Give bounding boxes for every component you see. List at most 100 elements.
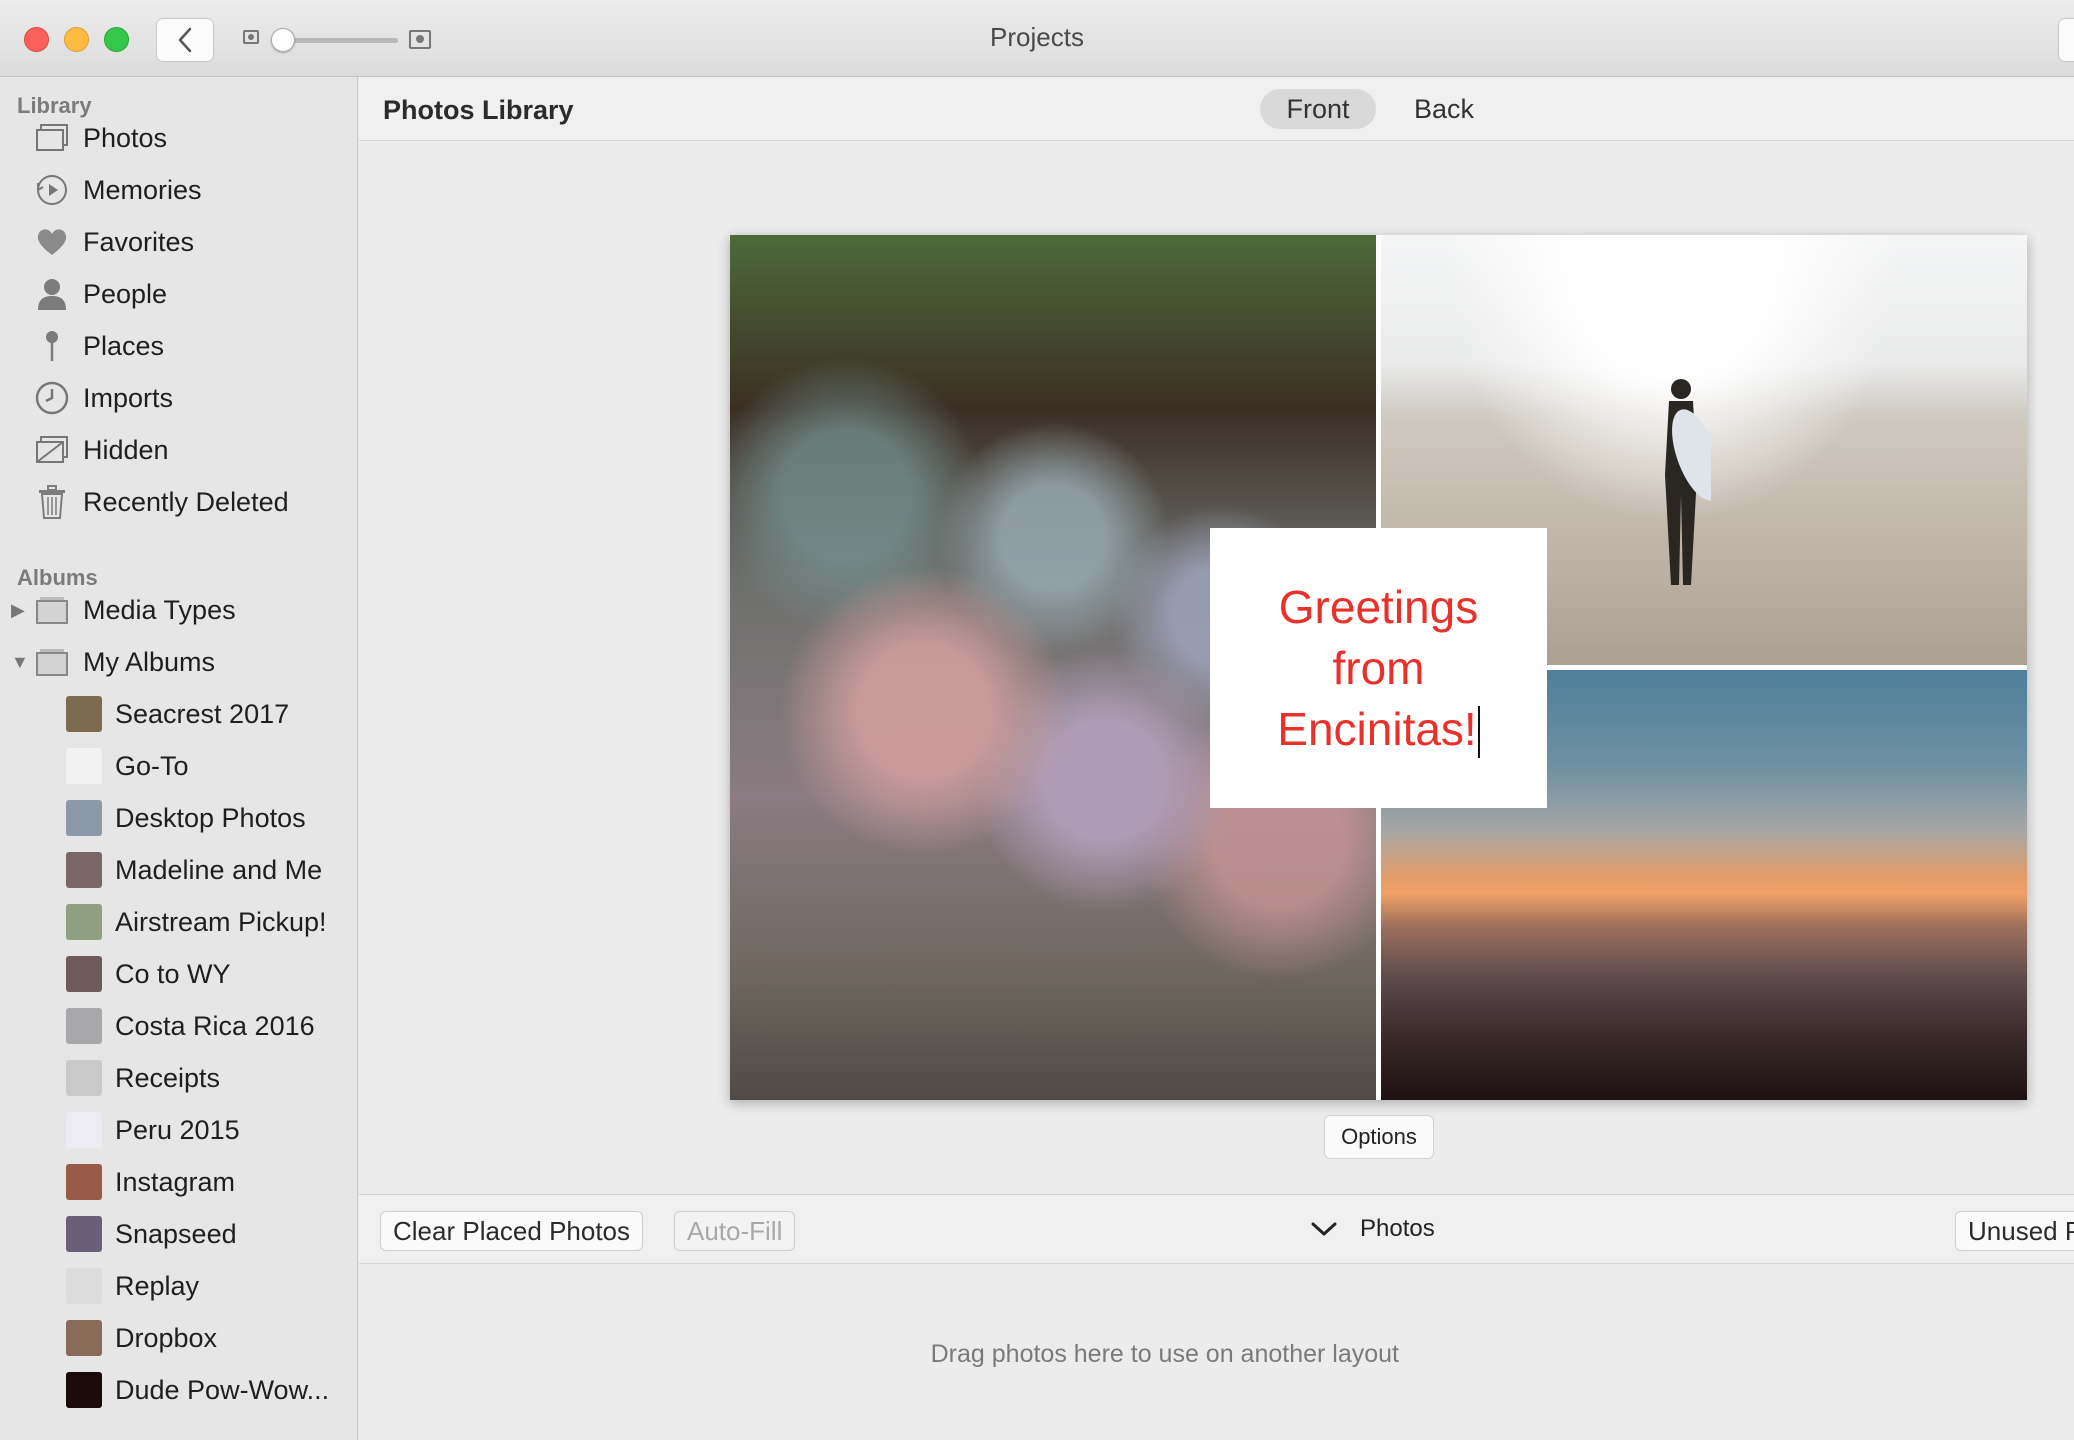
sidebar-item-label: Media Types xyxy=(83,594,236,625)
toolbar-button-partial[interactable] xyxy=(2058,18,2074,62)
album-thumbnail xyxy=(66,696,102,732)
sidebar-album-item[interactable]: Replay xyxy=(0,1261,357,1311)
sidebar-album-item[interactable]: Dude Pow-Wow... xyxy=(0,1365,357,1415)
bottom-toolbar: Clear Placed Photos Auto-Fill Photos Unu… xyxy=(359,1194,2074,1264)
sidebar-item-label: Imports xyxy=(83,382,174,413)
album-label: Co to WY xyxy=(115,958,231,989)
sidebar-album-item[interactable]: Seacrest 2017 xyxy=(0,689,357,739)
card-canvas: Greetings from Encinitas! xyxy=(359,142,2074,1194)
library-title: Photos Library xyxy=(383,95,574,125)
surfer-figure xyxy=(1665,379,1711,585)
album-thumbnail xyxy=(66,1372,102,1408)
sidebar-album-item[interactable]: Peru 2015 xyxy=(0,1105,357,1155)
sidebar-item-label: Favorites xyxy=(83,226,195,257)
hidden-icon xyxy=(34,433,70,467)
album-label: Instagram xyxy=(115,1166,236,1197)
greeting-text-box[interactable]: Greetings from Encinitas! xyxy=(1210,528,1547,808)
sidebar-item-imports[interactable]: Imports xyxy=(0,373,357,423)
album-thumbnail xyxy=(66,1164,102,1200)
sidebar-album-item[interactable]: Costa Rica 2016 xyxy=(0,1001,357,1051)
card-layout: Greetings from Encinitas! xyxy=(730,235,2027,1100)
album-label: Seacrest 2017 xyxy=(115,698,290,729)
album-label: Dude Pow-Wow... xyxy=(115,1374,330,1405)
title-bar: Projects xyxy=(0,0,2074,77)
album-label: Costa Rica 2016 xyxy=(115,1010,315,1041)
auto-fill-button[interactable]: Auto-Fill xyxy=(674,1211,796,1251)
disclosure-right-icon[interactable]: ▶ xyxy=(11,600,25,621)
album-thumbnail xyxy=(66,956,102,992)
greeting-line-1: Greetings xyxy=(1278,580,1479,633)
sidebar-album-item[interactable]: Airstream Pickup! xyxy=(0,897,357,947)
album-stack-icon xyxy=(34,645,70,679)
album-thumbnail xyxy=(66,748,102,784)
sidebar-album-item[interactable]: Go-To xyxy=(0,741,357,791)
album-label: Snapseed xyxy=(115,1218,237,1249)
window-title: Projects xyxy=(990,22,1084,52)
trash-icon xyxy=(34,485,70,519)
album-label: Go-To xyxy=(115,750,189,781)
memories-icon xyxy=(34,173,70,207)
album-thumbnail xyxy=(66,1268,102,1304)
sidebar-item-label: Hidden xyxy=(83,434,169,465)
chevron-down-icon xyxy=(1311,1222,1337,1236)
disclosure-down-icon[interactable]: ▼ xyxy=(11,652,29,673)
sidebar-item-people[interactable]: People xyxy=(0,269,357,319)
greeting-line-3: Encinitas! xyxy=(1277,702,1477,755)
photos-toggle-label: Photos xyxy=(1360,1215,1435,1242)
sidebar-album-item[interactable]: Snapseed xyxy=(0,1209,357,1259)
sidebar-item-media-types[interactable]: ▶ Media Types xyxy=(0,585,357,635)
album-thumbnail xyxy=(66,1008,102,1044)
album-label: Peru 2015 xyxy=(115,1114,240,1145)
album-thumbnail xyxy=(66,1112,102,1148)
sidebar-album-item[interactable]: Desktop Photos xyxy=(0,793,357,843)
sidebar-item-label: My Albums xyxy=(83,646,216,677)
pin-icon xyxy=(34,329,70,363)
sidebar-item-places[interactable]: Places xyxy=(0,321,357,371)
album-label: Receipts xyxy=(115,1062,221,1093)
album-thumbnail xyxy=(66,904,102,940)
sidebar-item-label: People xyxy=(83,278,168,309)
sidebar-album-item[interactable]: Co to WY xyxy=(0,949,357,999)
album-label: Madeline and Me xyxy=(115,854,323,885)
person-icon xyxy=(34,277,70,311)
sidebar-item-hidden[interactable]: Hidden xyxy=(0,425,357,475)
sidebar-item-label: Memories xyxy=(83,174,202,205)
album-thumbnail xyxy=(66,1216,102,1252)
text-caret xyxy=(1477,706,1480,759)
sidebar-album-item[interactable]: Receipts xyxy=(0,1053,357,1103)
album-thumbnail xyxy=(66,852,102,888)
sidebar-item-my-albums[interactable]: ▼ My Albums xyxy=(0,637,357,687)
album-thumbnail xyxy=(66,800,102,836)
clock-icon xyxy=(34,381,70,415)
unused-photos-button[interactable]: Unused P xyxy=(1955,1211,2074,1251)
sidebar-item-label: Photos xyxy=(83,122,168,153)
sidebar-item-label: Places xyxy=(83,330,165,361)
album-thumbnail xyxy=(66,1320,102,1356)
album-label: Airstream Pickup! xyxy=(115,906,327,937)
sidebar-item-recently-deleted[interactable]: Recently Deleted xyxy=(0,477,357,527)
sidebar-item-photos[interactable]: Photos xyxy=(0,113,357,163)
clear-placed-photos-button[interactable]: Clear Placed Photos xyxy=(380,1211,644,1251)
sidebar-item-label: Recently Deleted xyxy=(83,486,289,517)
drop-zone-hint: Drag photos here to use on another layou… xyxy=(930,1340,1399,1368)
album-label: Desktop Photos xyxy=(115,802,306,833)
album-stack-icon xyxy=(34,593,70,627)
sidebar-item-memories[interactable]: Memories xyxy=(0,165,357,215)
sidebar-item-favorites[interactable]: Favorites xyxy=(0,217,357,267)
sidebar-album-item[interactable]: Dropbox xyxy=(0,1313,357,1363)
tab-back[interactable]: Back xyxy=(1399,89,1489,129)
sidebar-album-item[interactable]: Instagram xyxy=(0,1157,357,1207)
greeting-line-3-wrap: Encinitas! xyxy=(1277,699,1480,760)
album-thumbnail xyxy=(66,1060,102,1096)
greeting-line-2: from xyxy=(1332,641,1425,694)
heart-icon xyxy=(34,225,70,259)
album-label: Replay xyxy=(115,1270,200,1301)
options-button[interactable]: Options xyxy=(1324,1115,1434,1159)
sidebar: Library Photos Memories Favorites People… xyxy=(0,77,358,1440)
content-header: Photos Library Front Back xyxy=(359,77,2074,141)
sidebar-album-item[interactable]: Madeline and Me xyxy=(0,845,357,895)
photos-icon xyxy=(34,121,70,155)
photos-toggle[interactable]: Photos xyxy=(1310,1215,1435,1243)
photo-drop-zone[interactable]: Drag photos here to use on another layou… xyxy=(359,1264,2074,1440)
tab-front[interactable]: Front xyxy=(1260,89,1376,129)
